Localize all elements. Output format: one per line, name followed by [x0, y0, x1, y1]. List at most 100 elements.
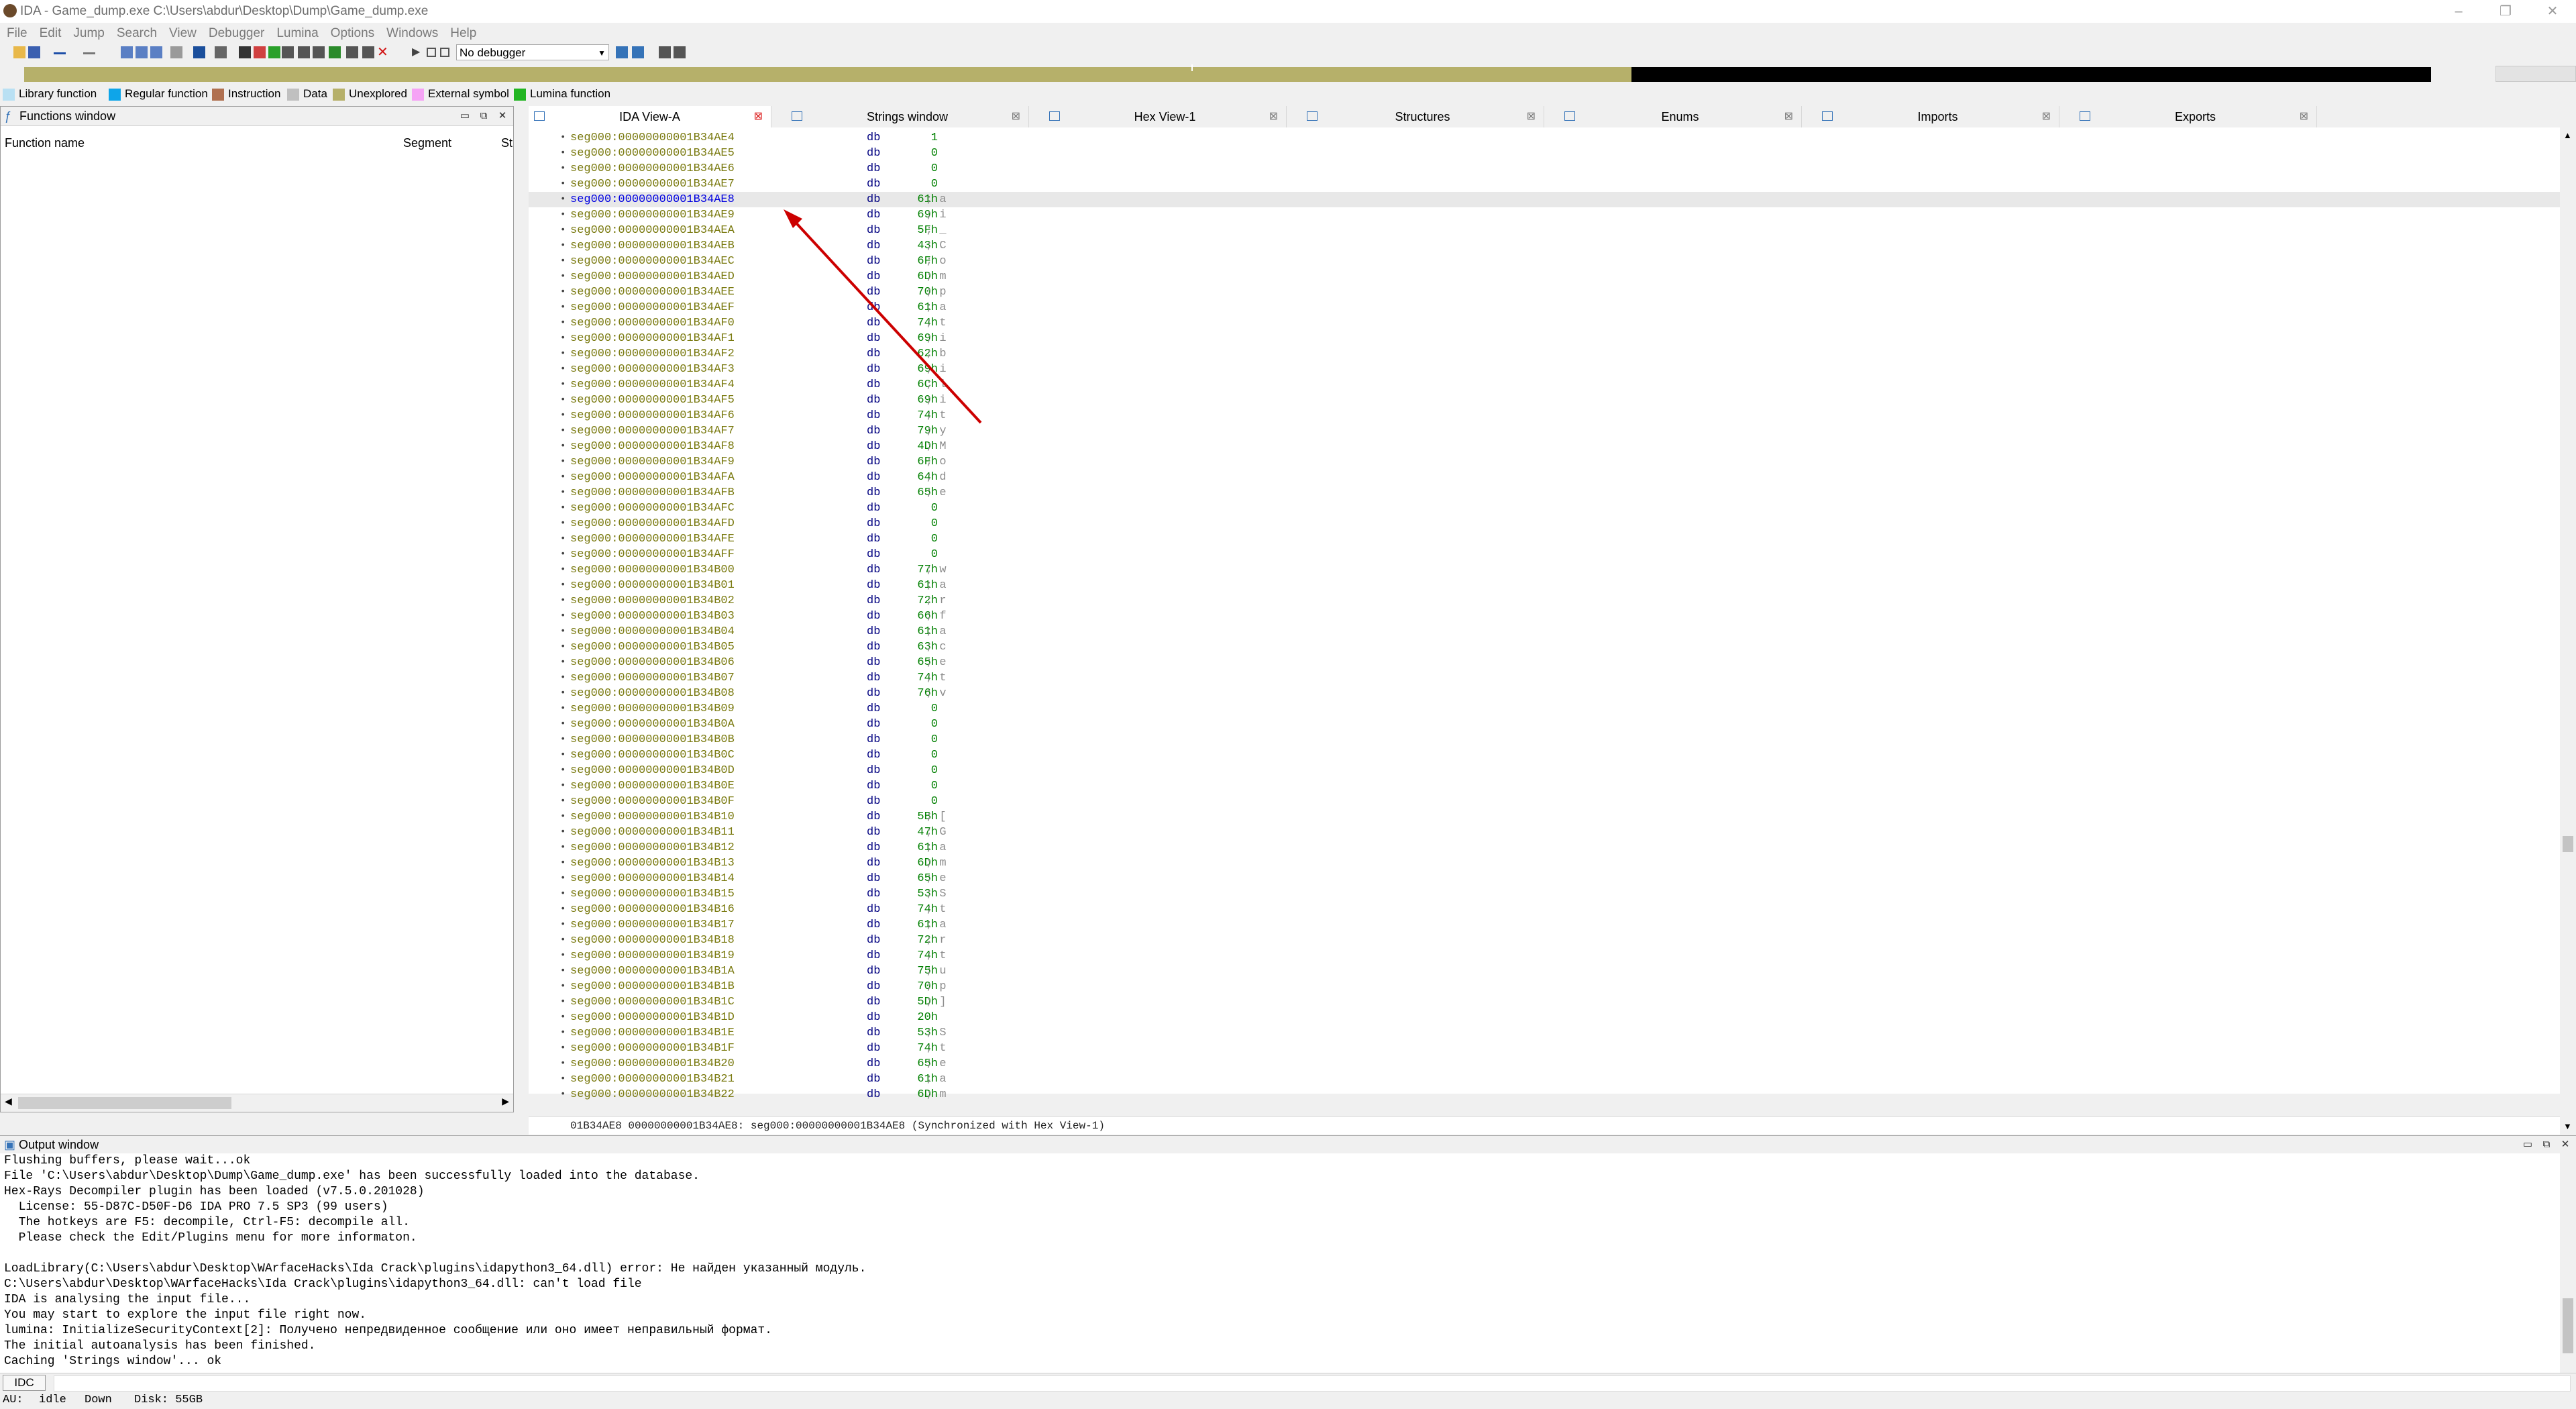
tab-enums[interactable]: Enums ⊠ [1559, 106, 1802, 127]
struct-icon[interactable] [298, 46, 310, 58]
pause-icon[interactable] [427, 48, 436, 57]
listing-row[interactable]: • seg000:00000000001B34AF0 db 74h; t [529, 315, 2560, 331]
output-vertical-scrollbar[interactable] [2560, 1153, 2576, 1373]
xref-icon[interactable] [346, 46, 358, 58]
debugger-select[interactable]: No debugger ▼ [456, 44, 609, 60]
layout-icon[interactable] [659, 46, 671, 58]
delete-icon[interactable]: ✕ [377, 46, 389, 59]
menu-edit[interactable]: Edit [40, 24, 62, 43]
forward-icon[interactable] [83, 52, 95, 54]
pane-close-icon[interactable]: ✕ [494, 107, 511, 125]
graph-icon[interactable] [329, 46, 341, 58]
tab-close-icon[interactable]: ⊠ [1784, 106, 1793, 127]
listing-row[interactable]: • seg000:00000000001B34AE9 db 69h; i [529, 207, 2560, 223]
listing-row[interactable]: • seg000:00000000001B34B0B db 0 [529, 732, 2560, 747]
scroll-thumb[interactable] [2563, 836, 2573, 852]
listing-row[interactable]: • seg000:00000000001B34B09 db 0 [529, 701, 2560, 717]
listing-row[interactable]: • seg000:00000000001B34B0A db 0 [529, 717, 2560, 732]
listing-row[interactable]: • seg000:00000000001B34AE5 db 0 [529, 146, 2560, 161]
name-icon[interactable] [362, 46, 374, 58]
listing-row[interactable]: • seg000:00000000001B34AF2 db 62h; b [529, 346, 2560, 362]
listing-row[interactable]: • seg000:00000000001B34AF8 db 4Dh; M [529, 439, 2560, 454]
listing-row[interactable]: • seg000:00000000001B34AF7 db 79h; y [529, 423, 2560, 439]
listing-row[interactable]: • seg000:00000000001B34B22 db 6Dh; m [529, 1087, 2560, 1102]
close-button[interactable]: ✕ [2529, 0, 2576, 23]
listing-row[interactable]: • seg000:00000000001B34AEE db 70h; p [529, 284, 2560, 300]
pane-float-icon[interactable]: ⧉ [476, 107, 492, 125]
func-icon[interactable] [282, 46, 294, 58]
listing-row[interactable]: • seg000:00000000001B34B14 db 65h; e [529, 871, 2560, 886]
listing-row[interactable]: • seg000:00000000001B34B00 db 77h; w [529, 562, 2560, 578]
listing-row[interactable]: • seg000:00000000001B34AFF db 0 [529, 547, 2560, 562]
menu-jump[interactable]: Jump [73, 24, 104, 43]
listing-row[interactable]: • seg000:00000000001B34B18 db 72h; r [529, 933, 2560, 948]
listing-row[interactable]: • seg000:00000000001B34AFE db 0 [529, 531, 2560, 547]
open-icon[interactable] [13, 46, 25, 58]
listing-row[interactable]: • seg000:00000000001B34B19 db 74h; t [529, 948, 2560, 963]
scroll-right-icon[interactable]: ▶ [502, 1096, 509, 1107]
jump-down-icon[interactable] [193, 46, 205, 58]
listing-row[interactable]: • seg000:00000000001B34B04 db 61h; a [529, 624, 2560, 639]
listing-row[interactable]: • seg000:00000000001B34B1A db 75h; u [529, 963, 2560, 979]
listing-row[interactable]: • seg000:00000000001B34AE8 db 61h; a [529, 192, 2560, 207]
menu-windows[interactable]: Windows [386, 24, 438, 43]
scroll-left-icon[interactable]: ◀ [5, 1096, 12, 1107]
scroll-thumb[interactable] [2563, 1298, 2573, 1353]
tab-close-icon[interactable]: ⊠ [1012, 106, 1020, 127]
column-start[interactable]: St [501, 134, 513, 152]
stop-icon[interactable] [254, 46, 266, 58]
listing-row[interactable]: • seg000:00000000001B34AFA db 64h; d [529, 470, 2560, 485]
listing-row[interactable]: • seg000:00000000001B34B10 db 5Bh; [ [529, 809, 2560, 825]
text-search-icon[interactable] [215, 46, 227, 58]
tab-strings-window[interactable]: Strings window ⊠ [786, 106, 1029, 127]
menu-debugger[interactable]: Debugger [209, 24, 264, 43]
listing-row[interactable]: • seg000:00000000001B34AE4 db 1 [529, 130, 2560, 146]
listing-row[interactable]: • seg000:00000000001B34B0F db 0 [529, 794, 2560, 809]
tab-imports[interactable]: Imports ⊠ [1817, 106, 2059, 127]
tab-close-icon[interactable]: ⊠ [1269, 106, 1278, 127]
scroll-down-icon[interactable]: ▼ [2563, 1121, 2572, 1131]
functions-horizontal-scrollbar[interactable]: ◀ ▶ [1, 1094, 513, 1112]
menu-view[interactable]: View [169, 24, 197, 43]
listing-row[interactable]: • seg000:00000000001B34B1D db 20h [529, 1010, 2560, 1025]
tab-ida-view-a[interactable]: IDA View-A ⊠ [529, 106, 771, 127]
scroll-thumb[interactable] [18, 1097, 231, 1109]
back-icon[interactable] [54, 52, 66, 54]
listing-row[interactable]: • seg000:00000000001B34AFD db 0 [529, 516, 2560, 531]
menu-file[interactable]: File [7, 24, 28, 43]
hex-view-icon[interactable] [121, 46, 133, 58]
listing-row[interactable]: • seg000:00000000001B34AE7 db 0 [529, 176, 2560, 192]
jump-back-icon[interactable] [674, 46, 686, 58]
maximize-button[interactable]: ❐ [2482, 0, 2529, 23]
listing-row[interactable]: • seg000:00000000001B34B07 db 74h; t [529, 670, 2560, 686]
listing-row[interactable]: • seg000:00000000001B34AF6 db 74h; t [529, 408, 2560, 423]
scroll-up-icon[interactable]: ▲ [2563, 130, 2572, 140]
listing-row[interactable]: • seg000:00000000001B34AFC db 0 [529, 501, 2560, 516]
listing-row[interactable]: • seg000:00000000001B34AF5 db 69h; i [529, 393, 2560, 408]
listing-row[interactable]: • seg000:00000000001B34B1B db 70h; p [529, 979, 2560, 994]
listing-row[interactable]: • seg000:00000000001B34B20 db 65h; e [529, 1056, 2560, 1072]
listing-row[interactable]: • seg000:00000000001B34AEB db 43h; C [529, 238, 2560, 254]
tab-close-icon[interactable]: ⊠ [1527, 106, 1536, 127]
listing-row[interactable]: • seg000:00000000001B34AEF db 61h; a [529, 300, 2560, 315]
ida-view-a-listing[interactable]: • seg000:00000000001B34AE4 db 1 • seg000:0000… [529, 127, 2560, 1101]
listing-row[interactable]: • seg000:00000000001B34B0C db 0 [529, 747, 2560, 763]
pane-minimize-icon[interactable]: ▭ [2520, 1136, 2536, 1153]
search-icon[interactable] [170, 46, 182, 58]
listing-row[interactable]: • seg000:00000000001B34B12 db 61h; a [529, 840, 2560, 855]
tab-close-icon[interactable]: ⊠ [2042, 106, 2051, 127]
listing-row[interactable]: • seg000:00000000001B34B01 db 61h; a [529, 578, 2560, 593]
listing-row[interactable]: • seg000:00000000001B34AED db 6Dh; m [529, 269, 2560, 284]
idc-language-button[interactable]: IDC [3, 1375, 46, 1391]
stop-debug-icon[interactable] [440, 48, 449, 57]
menu-lumina[interactable]: Lumina [276, 24, 318, 43]
listing-row[interactable]: • seg000:00000000001B34B11 db 47h; G [529, 825, 2560, 840]
listing-row[interactable]: • seg000:00000000001B34B0E db 0 [529, 778, 2560, 794]
menu-options[interactable]: Options [331, 24, 374, 43]
menu-search[interactable]: Search [117, 24, 157, 43]
navigation-band-options[interactable] [2496, 66, 2576, 82]
listing-row[interactable]: • seg000:00000000001B34B1F db 74h; t [529, 1041, 2560, 1056]
tab-close-icon[interactable]: ⊠ [2300, 106, 2308, 127]
tab-exports[interactable]: Exports ⊠ [2074, 106, 2317, 127]
graph-view-icon[interactable] [150, 46, 162, 58]
